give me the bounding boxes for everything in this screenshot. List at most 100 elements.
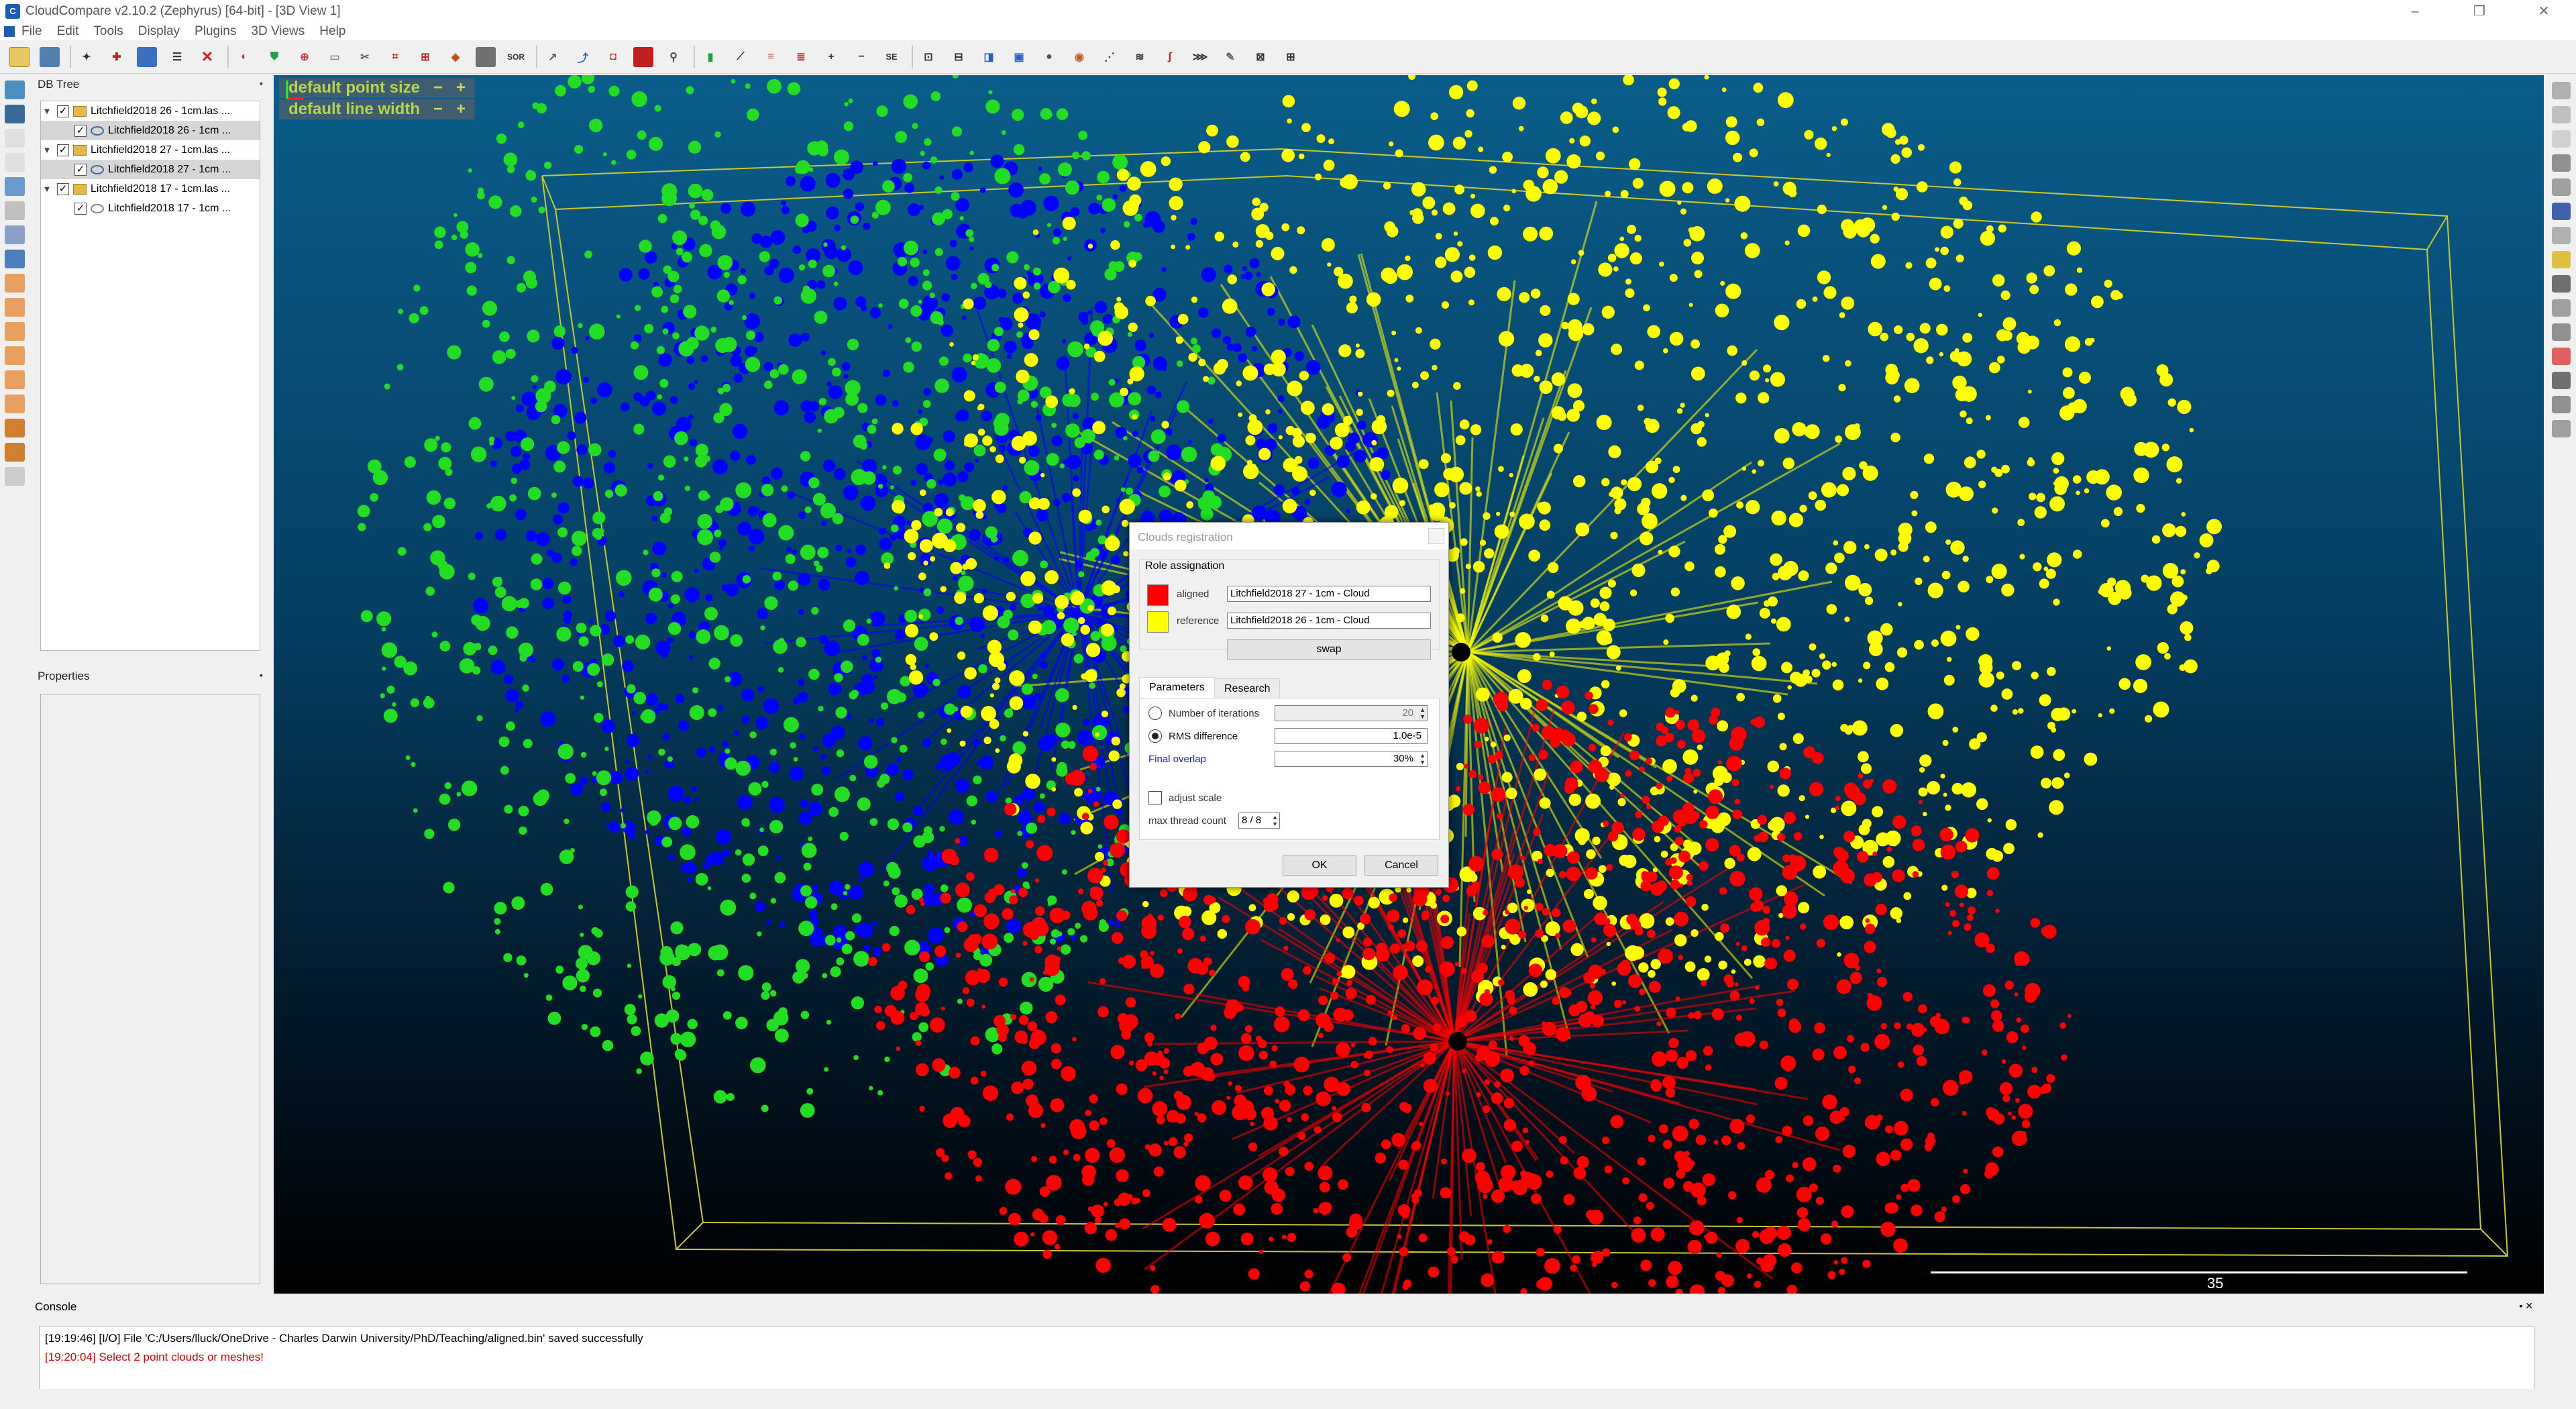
perspective-icon[interactable] (5, 201, 25, 220)
merge-icon[interactable]: ⊕ (294, 47, 315, 67)
tool-12-icon[interactable] (2552, 348, 2571, 365)
curve-icon[interactable]: ∫ (1160, 47, 1180, 67)
fm-icon[interactable]: ⊟ (949, 47, 969, 67)
restore-icon[interactable]: ❐ (2447, 0, 2512, 23)
arrow-icon[interactable]: ↗ (543, 47, 563, 67)
final-overlap-field[interactable]: 30% ▲ ▼ (1275, 751, 1428, 767)
cube-back-icon[interactable] (5, 298, 25, 317)
tool-14-icon[interactable] (2552, 396, 2571, 413)
menu-edit[interactable]: Edit (57, 24, 79, 39)
tree-item[interactable]: ▼ ✓ Litchfield2018 27 - 1cm.las ... (41, 140, 260, 160)
filter-icon[interactable]: ⋙ (1190, 47, 1210, 67)
minimize-icon[interactable]: – (2383, 0, 2447, 23)
tool-1-icon[interactable] (2552, 82, 2571, 99)
histogram-icon[interactable]: ▮ (700, 47, 720, 67)
m3c2-icon[interactable] (2552, 251, 2571, 268)
tab-parameters[interactable]: Parameters (1139, 677, 1215, 698)
cube-front-icon[interactable] (5, 274, 25, 293)
sample-icon[interactable]: ◐ (234, 47, 254, 67)
tool-2-icon[interactable] (2552, 106, 2571, 123)
cube-top-icon[interactable] (5, 370, 25, 389)
shield-icon[interactable]: ⛊ (264, 47, 284, 67)
float-close-icon[interactable]: ▪ ✕ (2519, 1300, 2533, 1312)
rms-difference-field[interactable]: 1.0e-5 (1275, 728, 1428, 744)
pick-icon[interactable]: ✚ (107, 47, 127, 67)
visibility-checkbox[interactable]: ✓ (74, 163, 87, 176)
point-size-minus-button[interactable]: − (433, 79, 443, 97)
swap-button[interactable]: swap (1227, 639, 1431, 660)
spin-arrows-icon[interactable]: ▲ ▼ (1419, 707, 1426, 720)
tool-15-icon[interactable] (2552, 420, 2571, 437)
cube-left-icon[interactable] (5, 322, 25, 341)
camera-icon[interactable] (5, 105, 25, 123)
tree-item[interactable]: ✓ Litchfield2018 27 - 1cm ... (41, 160, 260, 179)
kd-icon[interactable]: ⊡ (918, 47, 938, 67)
raster-icon[interactable] (476, 46, 496, 67)
menu-plugins[interactable]: Plugins (195, 24, 236, 39)
hud-point-size[interactable]: default point size − + (279, 78, 476, 98)
visibility-checkbox[interactable]: ✓ (57, 182, 69, 195)
open-icon[interactable] (9, 46, 30, 67)
aligned-cloud-field[interactable]: Litchfield2018 27 - 1cm - Cloud (1227, 586, 1431, 602)
settings-icon[interactable]: ✦ (76, 47, 97, 67)
sf-icon[interactable]: ≡ (761, 47, 781, 67)
tool-4-icon[interactable] (2552, 154, 2571, 172)
list-icon[interactable]: ☰ (167, 47, 187, 67)
tree-item[interactable]: ✓ Litchfield2018 17 - 1cm ... (41, 199, 260, 218)
tree-item[interactable]: ✓ Litchfield2018 26 - 1cm ... (41, 121, 260, 140)
rms-difference-radio[interactable] (1148, 729, 1162, 743)
tool-9-icon[interactable] (2552, 275, 2571, 293)
collapse-icon[interactable]: ▼ (41, 106, 53, 116)
adjust-scale-checkbox[interactable] (1148, 791, 1162, 804)
normal-icon[interactable]: ⤴ (573, 47, 593, 67)
more-icon[interactable] (5, 467, 25, 486)
dialog-close-icon[interactable] (1428, 528, 1444, 544)
cube-bottom-icon[interactable] (5, 395, 25, 413)
search-icon[interactable] (5, 250, 25, 268)
iterations-field[interactable]: 20 ▲ ▼ (1275, 705, 1428, 721)
se-button[interactable]: SE (881, 47, 902, 67)
fill-icon[interactable]: ◆ (445, 47, 466, 67)
sphere-icon[interactable]: ● (1039, 47, 1059, 67)
collapse-icon[interactable]: ▼ (41, 145, 53, 155)
visibility-checkbox[interactable]: ✓ (57, 105, 69, 117)
chart-icon[interactable]: ⟋ (731, 47, 751, 67)
clone-icon[interactable] (137, 46, 157, 67)
mesh-icon[interactable] (633, 46, 653, 67)
axes-icon[interactable] (5, 177, 25, 196)
cube-icon[interactable]: ▣ (1009, 47, 1029, 67)
tool-10-icon[interactable] (2552, 299, 2571, 317)
iterations-radio[interactable] (1148, 707, 1162, 720)
thread-count-field[interactable]: 8 / 8 ▲ ▼ (1238, 813, 1280, 829)
menu-3d-views[interactable]: 3D Views (251, 24, 305, 39)
tab-research[interactable]: Research (1214, 678, 1281, 700)
back-iso-icon[interactable] (5, 443, 25, 462)
cancel-button[interactable]: Cancel (1364, 855, 1438, 876)
line-width-plus-button[interactable]: + (456, 100, 466, 119)
menu-help[interactable]: Help (319, 24, 345, 39)
spin-arrows-icon[interactable]: ▲ ▼ (1272, 814, 1278, 827)
db-tree-list[interactable]: ▼ ✓ Litchfield2018 26 - 1cm.las ... ✓ Li… (40, 101, 260, 651)
tool-3-icon[interactable] (2552, 130, 2571, 148)
pin-icon[interactable]: ⚲ (663, 47, 684, 67)
align-icon[interactable]: ⊞ (415, 47, 435, 67)
graph-icon[interactable]: ⋰ (1099, 47, 1120, 67)
reference-cloud-field[interactable]: Litchfield2018 26 - 1cm - Cloud (1227, 613, 1431, 629)
hud-line-width[interactable]: default line width − + (279, 99, 476, 119)
gradient-icon[interactable]: ≣ (791, 47, 811, 67)
delete-icon[interactable]: ✕ (197, 47, 217, 67)
north-icon[interactable] (2552, 203, 2571, 220)
menu-file[interactable]: File (21, 24, 42, 39)
iso-view-icon[interactable] (5, 419, 25, 437)
line-width-minus-button[interactable]: − (433, 100, 443, 119)
point-size-plus-button[interactable]: + (456, 79, 466, 97)
blue-shape-icon[interactable]: ◨ (979, 47, 999, 67)
pin-icon[interactable]: ▪ (260, 670, 263, 680)
segment-icon[interactable]: ⌗ (385, 47, 405, 67)
menu-tools[interactable]: Tools (93, 24, 123, 39)
tree-item[interactable]: ▼ ✓ Litchfield2018 17 - 1cm.las ... (41, 179, 260, 199)
tool-11-icon[interactable] (2552, 323, 2571, 341)
sor-button[interactable]: SOR (506, 47, 526, 67)
spin-arrows-icon[interactable]: ▲ ▼ (1419, 752, 1426, 766)
minus-icon[interactable]: − (851, 47, 871, 67)
